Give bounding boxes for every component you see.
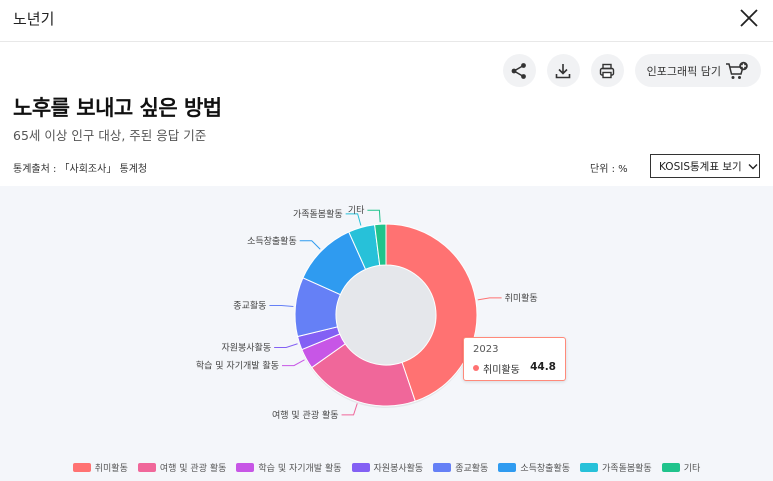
legend-item[interactable]: 여행 및 관광 활동 <box>137 461 227 474</box>
legend-item[interactable]: 종교활동 <box>433 461 488 474</box>
legend-item[interactable]: 취미활동 <box>72 461 128 474</box>
page-subtitle: 65세 이상 인구 대상, 주된 응답 기준 <box>13 128 207 143</box>
legend-label: 소득창출활동 <box>520 464 571 474</box>
slice-label: 소득창출활동 <box>247 235 297 247</box>
window-title: 노년기 <box>13 10 55 28</box>
slice-leader-line <box>477 297 502 301</box>
legend-swatch <box>498 463 517 472</box>
kosis-label: KOSIS통계표 보기 <box>659 160 742 173</box>
slice-leader-line <box>367 209 381 223</box>
slice-label: 종교활동 <box>233 299 266 311</box>
legend-swatch <box>661 463 680 472</box>
kosis-button[interactable]: KOSIS통계표 보기 <box>650 154 760 178</box>
legend-label: 여행 및 관광 활동 <box>159 464 227 474</box>
top-bar: 노년기 <box>0 0 773 42</box>
chart-tooltip: 2023 취미활동 44.8 <box>463 337 566 381</box>
tooltip-value: 44.8 <box>530 361 556 373</box>
legend-swatch <box>433 463 452 472</box>
legend-label: 취미활동 <box>94 464 128 474</box>
tooltip-name: 취미활동 <box>483 365 520 376</box>
slice-leader-line <box>299 240 321 250</box>
tooltip-year: 2023 <box>473 344 499 355</box>
legend-label: 학습 및 자기개발 활동 <box>258 464 342 474</box>
slice-label: 기타 <box>348 205 365 216</box>
slice-label: 여행 및 관광 활동 <box>272 409 339 421</box>
print-icon <box>599 63 615 78</box>
slice-leader-line <box>269 304 294 308</box>
legend-label: 기타 <box>683 464 701 474</box>
add-infographic-label: 인포그래픽 담기 <box>646 64 721 78</box>
legend-label: 자원봉사활동 <box>373 464 424 474</box>
chart-area: 취미활동 여행 및 관광 활동 학습 및 자기개발 활동 자원봉사활동 종교활동 소득창출… <box>0 186 773 481</box>
legend-swatch <box>137 463 156 472</box>
toolbar: 인포그래픽 담기 <box>502 54 761 87</box>
print-button[interactable] <box>590 54 624 87</box>
legend-item[interactable]: 가족돌봄활동 <box>580 461 652 474</box>
share-button[interactable] <box>502 54 536 87</box>
legend-label: 종교활동 <box>455 464 489 474</box>
legend-label: 가족돌봄활동 <box>602 464 652 474</box>
share-icon <box>511 62 527 79</box>
legend-item[interactable]: 기타 <box>661 461 701 474</box>
legend-swatch <box>351 463 370 472</box>
source-text: 통계출처 : 「사회조사」 통계청 <box>13 164 148 175</box>
slice-label: 자원봉사활동 <box>221 341 271 353</box>
close-icon[interactable] <box>737 6 761 30</box>
legend-swatch <box>236 463 255 472</box>
legend-item[interactable]: 학습 및 자기개발 활동 <box>236 461 342 474</box>
donut-chart: 취미활동여행 및 관광 활동 학습 및 자기개발 활동 자원봉사활동 종교활동 소득창출… <box>196 205 538 421</box>
slice-label: 취미활동 <box>505 292 538 304</box>
legend-swatch <box>580 463 599 472</box>
download-button[interactable] <box>546 54 580 87</box>
page-title: 노후를 보내고 싶은 방법 <box>13 96 222 120</box>
cart-plus-icon <box>726 61 748 79</box>
slice-leader-line <box>281 359 305 367</box>
tooltip-marker <box>473 365 479 371</box>
download-icon <box>555 63 571 78</box>
chevron-down-icon <box>748 163 758 169</box>
slice-leader-line <box>274 343 298 348</box>
add-infographic-button[interactable]: 인포그래픽 담기 <box>634 54 761 87</box>
chart-legend: 취미활동 여행 및 관광 활동 학습 및 자기개발 활동 자원봉사활동 종교활동 소득창출… <box>0 461 773 474</box>
legend-swatch <box>72 463 91 472</box>
slice-label: 가족돌봄활동 <box>293 208 343 220</box>
unit-text: 단위 : % <box>590 164 628 175</box>
slice-leader-line <box>341 403 358 416</box>
slice-label: 학습 및 자기개발 활동 <box>196 360 279 372</box>
legend-item[interactable]: 소득창출활동 <box>498 461 570 474</box>
legend-item[interactable]: 자원봉사활동 <box>351 461 424 474</box>
